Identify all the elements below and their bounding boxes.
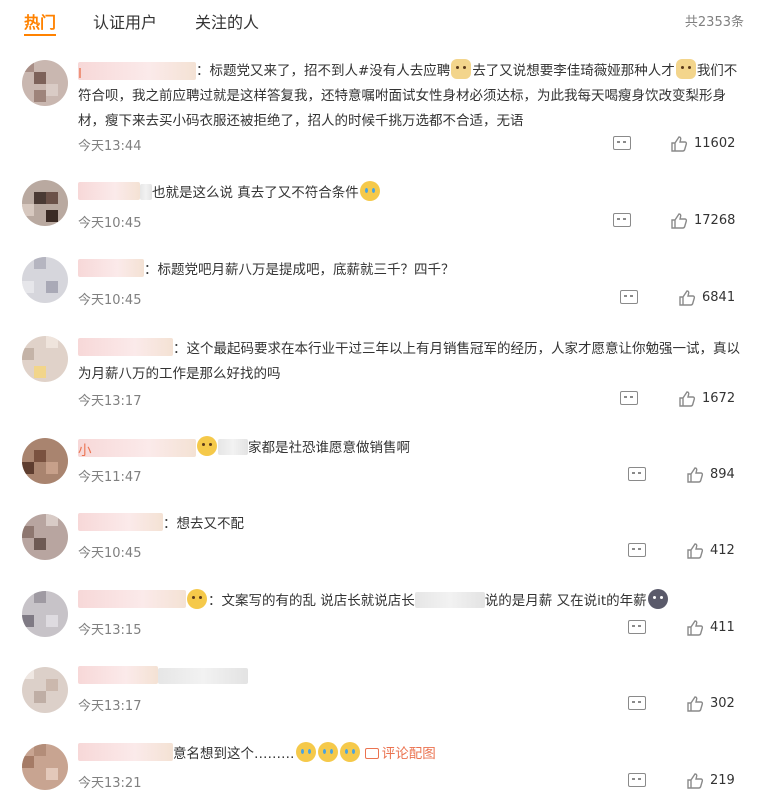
thumbs-up-icon	[687, 543, 704, 559]
thumbs-up-icon	[687, 467, 704, 483]
comment-text: ：这个最起码要求在本行业干过三年以上有月销售冠军的经历，人家才愿意让你勉强一试，…	[78, 337, 744, 387]
comment-time: 今天13:15	[78, 623, 142, 638]
username-link[interactable]	[78, 259, 144, 277]
reply-icon[interactable]	[628, 543, 646, 557]
comment-text: 小家都是社恐谁愿意做销售啊	[78, 436, 744, 461]
doge-emoji-icon	[451, 59, 472, 79]
comment-time: 今天13:17	[78, 699, 142, 714]
like-count: 6841	[702, 290, 736, 305]
comment-tabs: 热门 认证用户 关注的人 共2353条	[0, 0, 768, 38]
comment-text	[78, 665, 744, 690]
username-link[interactable]	[78, 743, 173, 761]
username-link[interactable]	[78, 590, 186, 608]
like-count: 219	[710, 773, 735, 788]
comment-time: 今天10:45	[78, 216, 142, 231]
thumbs-up-icon	[671, 136, 688, 152]
comment-time: 今天10:45	[78, 546, 142, 561]
username-link[interactable]: I	[78, 62, 196, 82]
image-icon	[364, 748, 379, 759]
comment-meta: 今天13:21 219	[78, 772, 744, 792]
comment-meta: 今天11:47 894	[78, 466, 744, 486]
avatar[interactable]	[22, 257, 68, 303]
reply-icon[interactable]	[628, 467, 646, 481]
comment-text: 也就是这么说 真去了又不符合条件	[78, 181, 744, 206]
avatar[interactable]	[22, 438, 68, 484]
comment-meta: 今天10:45 6841	[78, 289, 744, 309]
like-count: 412	[710, 543, 735, 558]
comment-image-link[interactable]: 评论配图	[364, 746, 436, 762]
avatar[interactable]	[22, 336, 68, 382]
crying-emoji-icon	[317, 742, 338, 762]
comment-time: 今天10:45	[78, 293, 142, 308]
doge-emoji-icon	[675, 59, 696, 79]
username-link[interactable]	[78, 338, 173, 356]
comment-time: 今天13:21	[78, 776, 142, 791]
thumbs-up-icon	[679, 290, 696, 306]
reply-icon[interactable]	[628, 620, 646, 634]
comment-meta: 今天13:44 11602	[78, 135, 744, 155]
tab-hot[interactable]: 热门	[24, 9, 56, 33]
username-link[interactable]	[78, 182, 140, 200]
avatar[interactable]	[22, 180, 68, 226]
reply-icon[interactable]	[628, 773, 646, 787]
reply-icon[interactable]	[620, 391, 638, 405]
scared-emoji-icon	[647, 589, 668, 609]
like-count: 302	[710, 696, 735, 711]
comment-text: ：文案写的有的乱 说店长就说店长 说的是月薪 又在说it的年薪	[78, 589, 744, 614]
emoji-icon	[197, 436, 217, 456]
avatar[interactable]	[22, 514, 68, 560]
active-tab-indicator	[24, 34, 56, 36]
comment-meta: 今天13:15 411	[78, 619, 744, 639]
thumbs-up-icon	[687, 773, 704, 789]
comment-meta: 今天13:17 302	[78, 695, 744, 715]
avatar[interactable]	[22, 60, 68, 106]
thumbs-up-icon	[679, 391, 696, 407]
crying-emoji-icon	[295, 742, 316, 762]
avatar[interactable]	[22, 591, 68, 637]
like-count: 17268	[694, 213, 736, 228]
reply-icon[interactable]	[613, 136, 631, 150]
reply-icon[interactable]	[628, 696, 646, 710]
avatar[interactable]	[22, 744, 68, 790]
like-count: 11602	[694, 136, 736, 151]
thumbs-up-icon	[687, 696, 704, 712]
comment-time: 今天11:47	[78, 470, 142, 485]
reply-icon[interactable]	[620, 290, 638, 304]
comment-text: I ：标题党又来了，招不到人#没有人去应聘 去了又说想要李佳琦薇娅那种人才 我们不符合…	[78, 59, 744, 134]
comment-time: 今天13:44	[78, 139, 142, 154]
comment-text: 意名想到这个……… 评论配图	[78, 742, 744, 767]
tab-following[interactable]: 关注的人	[195, 9, 259, 33]
thumbs-up-icon	[687, 620, 704, 636]
comment-total-count: 共2353条	[684, 15, 744, 30]
thumbs-up-icon	[671, 213, 688, 229]
like-count: 1672	[702, 391, 736, 406]
comment-meta: 今天10:45 412	[78, 542, 744, 562]
comment-text: ：想去又不配	[78, 512, 744, 537]
like-count: 411	[710, 620, 735, 635]
emoji-icon	[187, 589, 207, 609]
comment-meta: 今天10:45 17268	[78, 212, 744, 232]
avatar[interactable]	[22, 667, 68, 713]
reply-icon[interactable]	[613, 213, 631, 227]
username-link[interactable]: 小	[78, 439, 196, 459]
like-count: 894	[710, 467, 735, 482]
username-link[interactable]	[78, 513, 163, 531]
comment-time: 今天13:17	[78, 394, 142, 409]
crying-emoji-icon	[359, 181, 380, 201]
comment-text: ：标题党吧月薪八万是提成吧，底薪就三千？四千？	[78, 258, 744, 283]
comment-meta: 今天13:17 1672	[78, 390, 744, 410]
username-link[interactable]	[78, 666, 158, 684]
crying-emoji-icon	[339, 742, 360, 762]
tab-verified-users[interactable]: 认证用户	[93, 9, 157, 33]
